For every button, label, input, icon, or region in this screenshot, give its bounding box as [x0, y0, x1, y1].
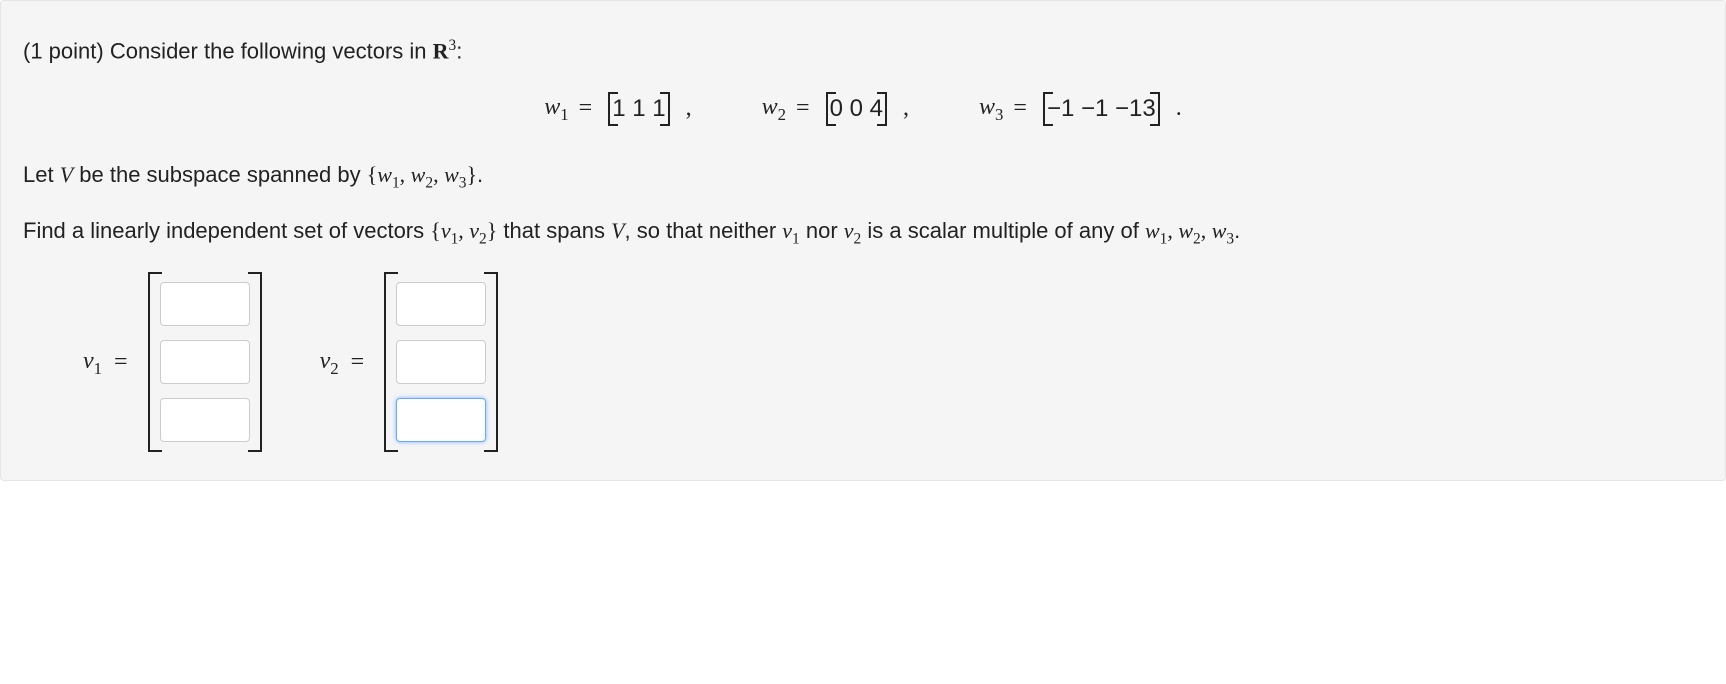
w3-inline: w3	[1212, 218, 1234, 243]
text-spanned-by: be the subspace spanned by	[73, 162, 367, 187]
period: .	[1234, 218, 1240, 243]
comma: ,	[903, 92, 909, 126]
period: .	[477, 162, 483, 187]
set-w2: w2	[411, 162, 433, 187]
set-close: }	[466, 162, 477, 187]
equals-sign: =	[114, 346, 128, 380]
right-bracket-icon	[1156, 92, 1166, 126]
problem-container: (1 point) Consider the following vectors…	[0, 0, 1726, 481]
equals-sign: =	[796, 92, 810, 126]
V-symbol: V	[60, 162, 73, 187]
answer-v1: v1 =	[83, 272, 270, 452]
v1-input-0[interactable]	[160, 282, 250, 326]
w1-label: w1	[544, 91, 568, 126]
right-bracket-icon	[666, 92, 676, 126]
right-bracket-icon	[883, 92, 893, 126]
text-scalar: is a scalar multiple of any of	[861, 218, 1145, 243]
set-open: {	[367, 162, 378, 187]
space-symbol: R	[433, 38, 449, 63]
v2-bracket	[376, 272, 506, 452]
intro-line: (1 point) Consider the following vectors…	[23, 35, 1703, 67]
period: .	[1176, 92, 1182, 126]
set-close: }	[487, 218, 498, 243]
v1-bracket	[140, 272, 270, 452]
intro-text: Consider the following vectors in	[110, 38, 433, 63]
w1-bracket: 1 1 1	[602, 92, 675, 126]
left-bracket-icon	[376, 272, 390, 452]
set-v2: v2	[469, 218, 486, 243]
vector-w1: w1 = 1 1 1 ,	[544, 91, 691, 126]
v2-inline: v2	[844, 218, 861, 243]
set-sep: ,	[433, 162, 444, 187]
v2-input-0[interactable]	[396, 282, 486, 326]
set-w1: w1	[377, 162, 399, 187]
v1-input-2[interactable]	[160, 398, 250, 442]
w3-entry-2: −13	[1115, 95, 1156, 122]
vector-w3: w3 = −1 −1 −13 .	[979, 91, 1182, 126]
set-sep: ,	[1167, 218, 1178, 243]
w3-label: w3	[979, 91, 1003, 126]
colon: :	[456, 38, 462, 63]
set-open: {	[430, 218, 441, 243]
w2-label: w2	[762, 91, 786, 126]
right-bracket-icon	[492, 272, 506, 452]
left-bracket-icon	[1037, 92, 1047, 126]
w1-entry-2: 1	[652, 95, 665, 122]
left-bracket-icon	[820, 92, 830, 126]
v1-label: v1	[83, 345, 102, 380]
text-let: Let	[23, 162, 60, 187]
text-nor: nor	[800, 218, 844, 243]
w3-entry-1: −1	[1081, 95, 1108, 122]
w3-entry-0: −1	[1047, 95, 1074, 122]
w1-inline: w1	[1145, 218, 1167, 243]
left-bracket-icon	[602, 92, 612, 126]
subspace-line: Let V be the subspace spanned by {w1, w2…	[23, 160, 1703, 194]
V-symbol: V	[611, 218, 624, 243]
set-sep: ,	[400, 162, 411, 187]
equals-sign: =	[579, 92, 593, 126]
given-vectors-row: w1 = 1 1 1 , w2 = 0 0	[23, 91, 1703, 126]
w2-entry-2: 4	[870, 95, 883, 122]
set-sep: ,	[1201, 218, 1212, 243]
points-label: (1 point)	[23, 38, 110, 63]
comma: ,	[686, 92, 692, 126]
w2-inline: w2	[1178, 218, 1200, 243]
v2-input-1[interactable]	[396, 340, 486, 384]
set-w3: w3	[444, 162, 466, 187]
v1-inline: v1	[782, 218, 799, 243]
instruction-line: Find a linearly independent set of vecto…	[23, 216, 1703, 250]
w2-bracket: 0 0 4	[820, 92, 893, 126]
v2-label: v2	[320, 345, 339, 380]
left-bracket-icon	[140, 272, 154, 452]
right-bracket-icon	[256, 272, 270, 452]
w2-entry-0: 0	[830, 95, 843, 122]
w1-entry-1: 1	[632, 95, 645, 122]
equals-sign: =	[1013, 92, 1027, 126]
answer-row: v1 = v2 =	[23, 272, 1703, 452]
text-find: Find a linearly independent set of vecto…	[23, 218, 430, 243]
w3-bracket: −1 −1 −13	[1037, 92, 1166, 126]
answer-v2: v2 =	[320, 272, 507, 452]
set-v1: v1	[441, 218, 458, 243]
text-so-that: , so that neither	[625, 218, 783, 243]
set-sep: ,	[458, 218, 469, 243]
vector-w2: w2 = 0 0 4 ,	[762, 91, 909, 126]
equals-sign: =	[351, 346, 365, 380]
v2-input-2[interactable]	[396, 398, 486, 442]
v1-input-1[interactable]	[160, 340, 250, 384]
w1-entry-0: 1	[612, 95, 625, 122]
text-spans: that spans	[497, 218, 611, 243]
w2-entry-1: 0	[850, 95, 863, 122]
